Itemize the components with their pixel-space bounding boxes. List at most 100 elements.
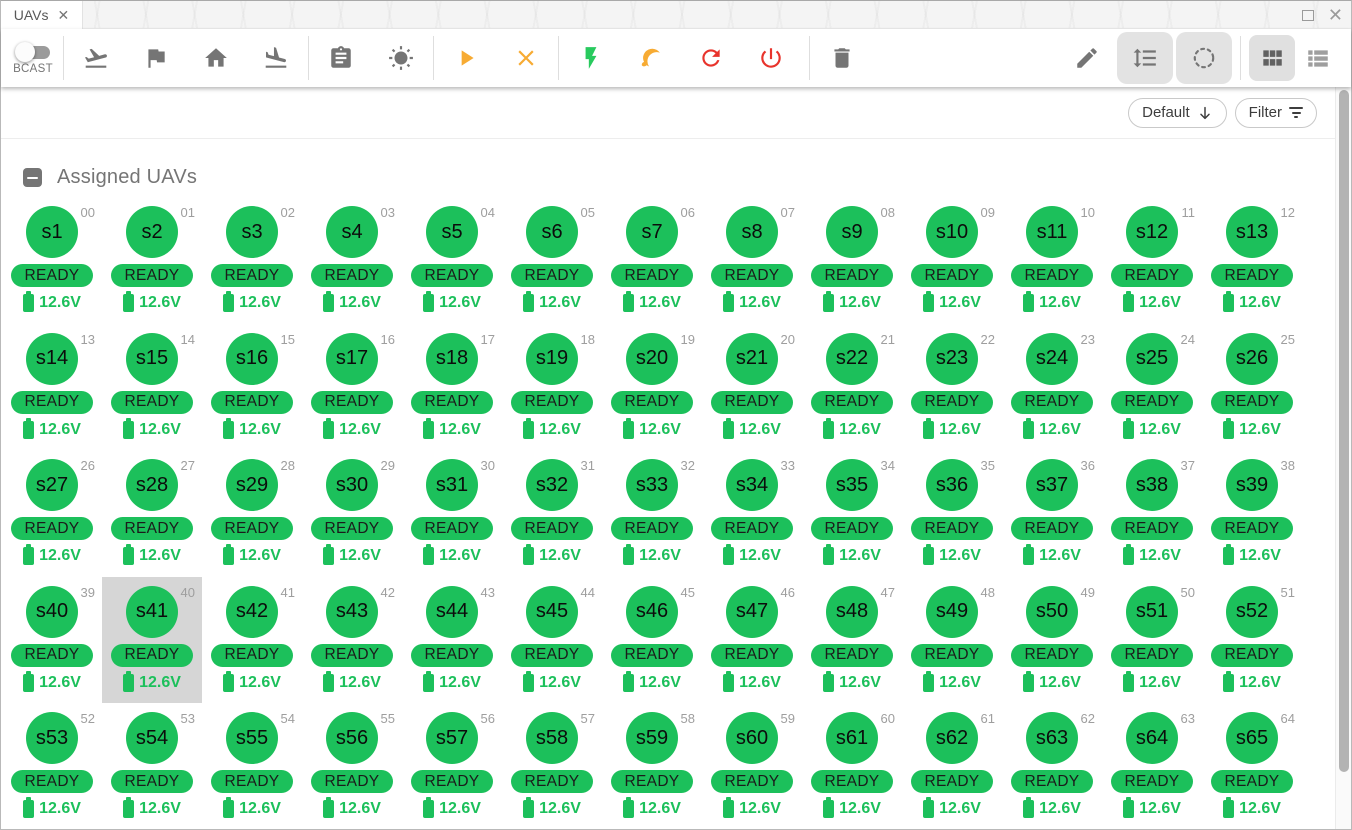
uav-card[interactable]: 57 s58 READY 12.6V (502, 703, 602, 829)
uav-avatar[interactable]: s19 (526, 332, 578, 385)
remove-button[interactable] (812, 29, 872, 87)
uav-avatar[interactable]: s6 (526, 206, 578, 258)
uav-avatar[interactable]: s33 (626, 459, 678, 511)
uav-avatar[interactable]: s26 (1226, 332, 1278, 385)
start-button[interactable] (436, 29, 496, 87)
flag-button[interactable] (126, 29, 186, 87)
uav-avatar[interactable]: s28 (126, 459, 178, 511)
reboot-button[interactable] (681, 29, 741, 87)
uav-card[interactable]: 28 s29 READY 12.6V (202, 450, 302, 577)
uav-avatar[interactable]: s18 (426, 332, 478, 385)
uav-card[interactable]: 45 s46 READY 12.6V (602, 577, 702, 704)
uav-card[interactable]: 49 s50 READY 12.6V (1002, 577, 1102, 704)
uav-avatar[interactable]: s36 (926, 459, 978, 511)
grid-view-button[interactable] (1249, 35, 1295, 81)
uav-card[interactable]: 52 s53 READY 12.6V (2, 703, 102, 829)
uav-card[interactable]: 43 s44 READY 12.6V (402, 577, 502, 704)
uav-avatar[interactable]: s41 (126, 585, 178, 638)
uav-avatar[interactable]: s29 (226, 459, 278, 511)
uav-card[interactable]: 03 s4 READY 12.6V (302, 197, 402, 324)
uav-card[interactable]: 38 s39 READY 12.6V (1202, 450, 1302, 577)
collapse-section-icon[interactable] (23, 168, 42, 187)
uav-card[interactable]: 39 s40 READY 12.6V (2, 577, 102, 704)
uav-card[interactable]: 24 s25 READY 12.6V (1102, 324, 1202, 451)
uav-avatar[interactable]: s59 (626, 712, 678, 764)
uav-avatar[interactable]: s30 (326, 459, 378, 511)
power-off-button[interactable] (741, 29, 801, 87)
uav-card[interactable]: 20 s21 READY 12.6V (702, 324, 802, 451)
uav-card[interactable]: 09 s10 READY 12.6V (902, 197, 1002, 324)
uav-card[interactable]: 62 s63 READY 12.6V (1002, 703, 1102, 829)
tab-uavs[interactable]: UAVs ✕ (1, 1, 83, 29)
uav-avatar[interactable]: s16 (226, 332, 278, 385)
uav-card[interactable]: 14 s15 READY 12.6V (102, 324, 202, 451)
uav-card[interactable]: 58 s59 READY 12.6V (602, 703, 702, 829)
uav-avatar[interactable]: s50 (1026, 585, 1078, 638)
uav-card[interactable]: 07 s8 READY 12.6V (702, 197, 802, 324)
uav-card[interactable]: 60 s61 READY 12.6V (802, 703, 902, 829)
uav-card[interactable]: 44 s45 READY 12.6V (502, 577, 602, 704)
uav-card[interactable]: 40 s41 READY 12.6V (102, 576, 202, 703)
uav-card[interactable]: 56 s57 READY 12.6V (402, 703, 502, 829)
uav-avatar[interactable]: s63 (1026, 712, 1078, 764)
uav-card[interactable]: 16 s17 READY 12.6V (302, 324, 402, 451)
uav-card[interactable]: 25 s26 READY 12.6V (1202, 324, 1302, 451)
uav-avatar[interactable]: s54 (126, 712, 178, 764)
return-home-button[interactable] (186, 29, 246, 87)
uav-card[interactable]: 41 s42 READY 12.6V (202, 577, 302, 704)
uav-avatar[interactable]: s61 (826, 712, 878, 764)
uav-avatar[interactable]: s5 (426, 206, 478, 258)
uav-avatar[interactable]: s22 (826, 332, 878, 385)
uav-avatar[interactable]: s49 (926, 585, 978, 638)
maximize-button[interactable] (1301, 9, 1314, 21)
uav-card[interactable]: 47 s48 READY 12.6V (802, 577, 902, 704)
uav-avatar[interactable]: s21 (726, 332, 778, 385)
uav-avatar[interactable]: s8 (726, 206, 778, 258)
uav-avatar[interactable]: s10 (926, 206, 978, 258)
uav-card[interactable]: 31 s32 READY 12.6V (502, 450, 602, 577)
uav-card[interactable]: 00 s1 READY 12.6V (2, 197, 102, 324)
uav-avatar[interactable]: s4 (326, 206, 378, 258)
uav-card[interactable]: 27 s28 READY 12.6V (102, 450, 202, 577)
uav-avatar[interactable]: s56 (326, 712, 378, 764)
uav-avatar[interactable]: s43 (326, 585, 378, 638)
uav-avatar[interactable]: s9 (826, 206, 878, 258)
uav-card[interactable]: 08 s9 READY 12.6V (802, 197, 902, 324)
uav-avatar[interactable]: s25 (1126, 332, 1178, 385)
uav-card[interactable]: 50 s51 READY 12.6V (1102, 577, 1202, 704)
uav-avatar[interactable]: s14 (26, 332, 78, 385)
uav-card[interactable]: 61 s62 READY 12.6V (902, 703, 1002, 829)
uav-avatar[interactable]: s20 (626, 332, 678, 385)
uav-avatar[interactable]: s15 (126, 332, 178, 385)
uav-card[interactable]: 18 s19 READY 12.6V (502, 324, 602, 451)
uav-card[interactable]: 53 s54 READY 12.6V (102, 703, 202, 829)
uav-avatar[interactable]: s11 (1026, 206, 1078, 258)
uav-avatar[interactable]: s27 (26, 459, 78, 511)
uav-avatar[interactable]: s1 (26, 206, 78, 258)
selection-mode-button[interactable] (1176, 32, 1232, 84)
uav-avatar[interactable]: s13 (1226, 206, 1278, 258)
sleep-button[interactable] (621, 29, 681, 87)
uav-avatar[interactable]: s40 (26, 585, 78, 638)
uav-avatar[interactable]: s52 (1226, 585, 1278, 638)
uav-card[interactable]: 01 s2 READY 12.6V (102, 197, 202, 324)
edit-button[interactable] (1063, 29, 1111, 87)
tab-close-icon[interactable]: ✕ (58, 8, 70, 22)
uav-avatar[interactable]: s37 (1026, 459, 1078, 511)
uav-card[interactable]: 35 s36 READY 12.6V (902, 450, 1002, 577)
uav-card[interactable]: 42 s43 READY 12.6V (302, 577, 402, 704)
filter-button[interactable]: Filter (1234, 97, 1317, 128)
sort-order-button[interactable] (1117, 32, 1173, 84)
uav-avatar[interactable]: s17 (326, 332, 378, 385)
uav-avatar[interactable]: s32 (526, 459, 578, 511)
uav-avatar[interactable]: s58 (526, 712, 578, 764)
uav-card[interactable]: 26 s27 READY 12.6V (2, 450, 102, 577)
uav-card[interactable]: 29 s30 READY 12.6V (302, 450, 402, 577)
uav-avatar[interactable]: s51 (1126, 585, 1178, 638)
land-button[interactable] (246, 29, 306, 87)
uav-card[interactable]: 48 s49 READY 12.6V (902, 577, 1002, 704)
uav-avatar[interactable]: s55 (226, 712, 278, 764)
uav-avatar[interactable]: s44 (426, 585, 478, 638)
uav-avatar[interactable]: s35 (826, 459, 878, 511)
arm-button[interactable] (561, 29, 621, 87)
